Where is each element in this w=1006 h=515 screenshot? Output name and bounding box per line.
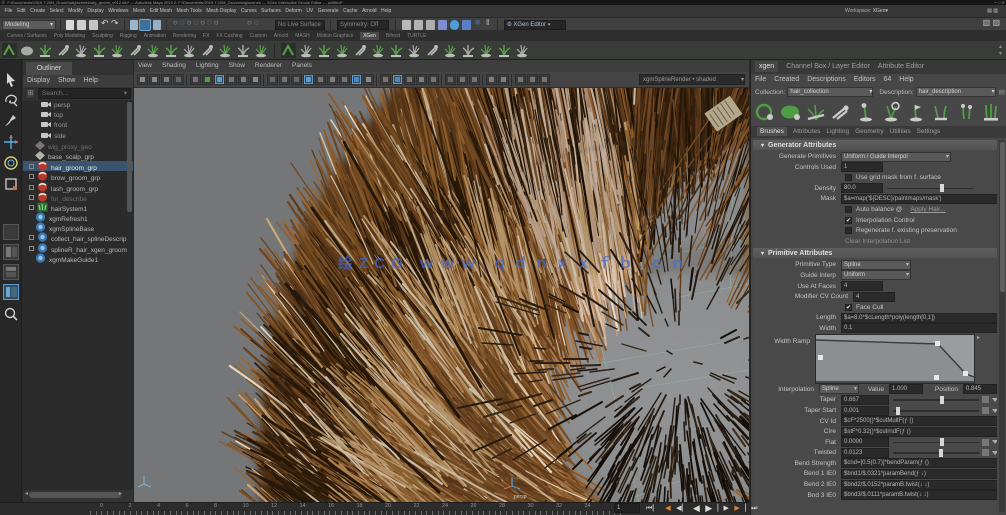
svg-text:persp: persp: [514, 494, 527, 500]
